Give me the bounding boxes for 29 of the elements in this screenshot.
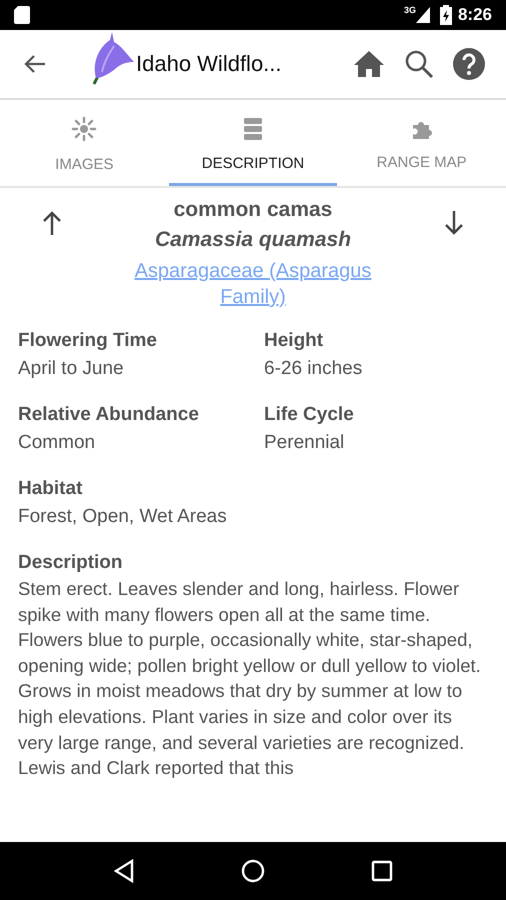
tab[interactable]: IMAGES xyxy=(0,100,169,186)
sun-icon xyxy=(71,116,98,142)
fact-value: April to June xyxy=(18,358,125,380)
network-type: 3G xyxy=(404,5,416,15)
section-heading: Habitat xyxy=(18,478,84,500)
section-text: Stem erect. Leaves slender and long, hairless. Flower spike with many flowers open all at the same time. Flowers blue to purple, occasionally white, star-shaped, opening wide; pollen bright yellow or dull yellow to violet. Grows in moist meadows that dry by summer at low to high elevations. Plant varies in size and color over its very large range, and several varieties are recognized. Lewis and Clark reported that this xyxy=(18,577,482,780)
fact-label: Relative Abundance xyxy=(18,404,200,426)
back-nav-button[interactable] xyxy=(113,859,135,883)
recents-nav-button[interactable] xyxy=(371,860,393,882)
scientific-name: Camassia quamash xyxy=(154,228,352,252)
fact-label: Life Cycle xyxy=(264,404,355,426)
section-heading: Description xyxy=(18,552,124,574)
tab[interactable]: DESCRIPTION xyxy=(168,100,338,186)
app-title: Idaho Wildflo... xyxy=(136,51,282,77)
signal-icon xyxy=(416,7,430,23)
fact-label: Height xyxy=(264,330,324,352)
fact-value: Common xyxy=(18,432,96,454)
fact-label: Flowering Time xyxy=(18,330,158,352)
list-icon xyxy=(243,116,263,140)
family-link[interactable]: Asparagaceae (Asparagus Family) xyxy=(113,258,393,310)
battery-icon xyxy=(440,5,452,25)
fact-value: 6-26 inches xyxy=(264,358,364,380)
fact-value: Perennial xyxy=(264,432,346,454)
tab[interactable]: RANGE MAP xyxy=(337,100,506,186)
sd-card-icon xyxy=(14,6,30,24)
common-name: common camas xyxy=(174,198,332,222)
section-text: Forest, Open, Wet Areas xyxy=(18,506,228,528)
home-nav-button[interactable] xyxy=(241,859,265,883)
clock: 8:26 xyxy=(458,5,492,25)
